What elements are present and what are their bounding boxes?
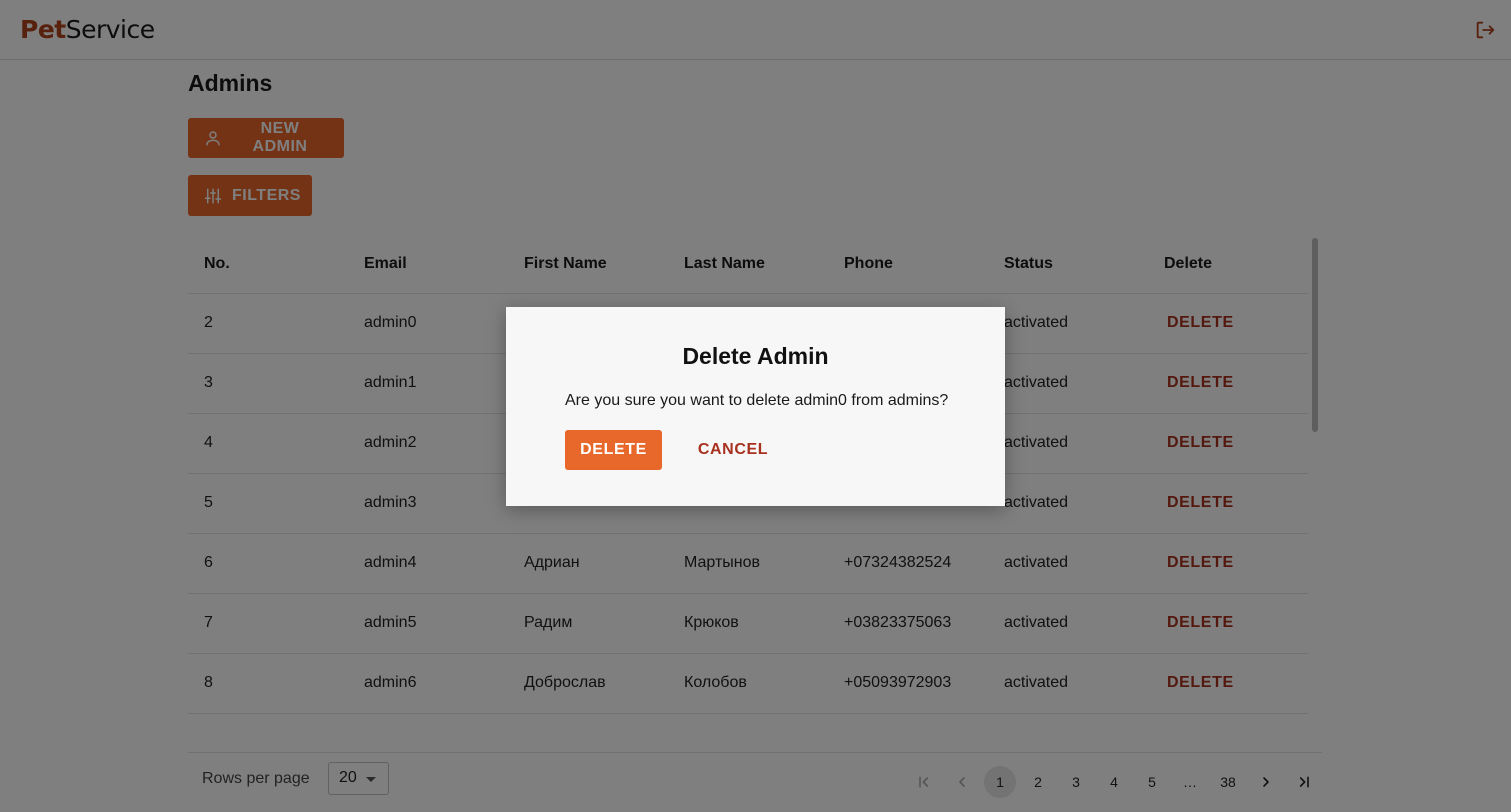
confirm-delete-button[interactable]: DELETE: [565, 430, 662, 470]
dialog-title: Delete Admin: [682, 343, 829, 369]
dialog-message: Are you sure you want to delete admin0 f…: [565, 392, 949, 409]
delete-admin-dialog: Delete Admin Are you sure you want to de…: [506, 307, 1005, 506]
cancel-button[interactable]: CANCEL: [686, 430, 780, 470]
